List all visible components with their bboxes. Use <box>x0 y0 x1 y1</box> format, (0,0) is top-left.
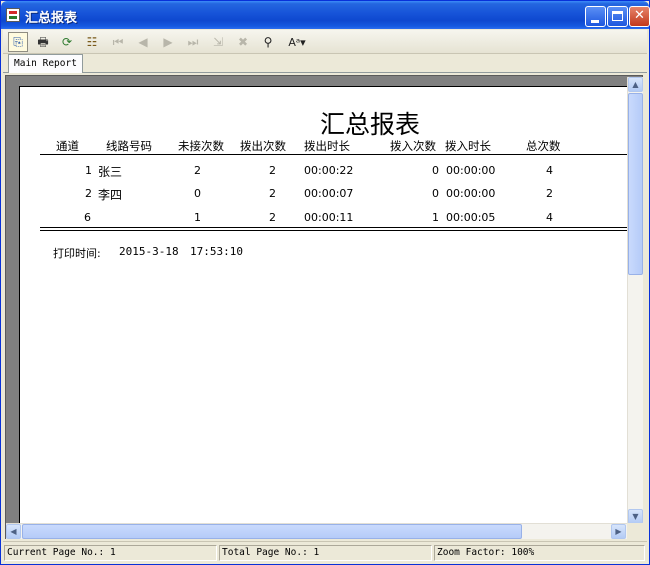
zoom-icon: Aᵃ▾ <box>288 35 306 49</box>
scroll-right-icon[interactable]: ▶ <box>611 524 626 539</box>
vertical-scroll-thumb[interactable] <box>628 93 643 275</box>
channel-cell: 1 <box>85 164 92 177</box>
incoming-count-cell: 0 <box>432 187 439 200</box>
find-icon: ⚲ <box>263 35 273 49</box>
outgoing-count-cell: 2 <box>269 187 276 200</box>
incoming-duration-cell: 00:00:00 <box>446 164 496 177</box>
total-sum-cell: 4 <box>546 211 553 224</box>
minimize-icon <box>591 20 599 23</box>
status-bar: Current Page No.: 1 Total Page No.: 1 Zo… <box>3 541 647 563</box>
stop-button[interactable]: ✖ <box>233 32 253 52</box>
total-page-status: Total Page No.: 1 <box>219 545 432 561</box>
refresh-icon: ⟳ <box>61 35 73 49</box>
incoming-duration-cell: 00:00:00 <box>446 187 496 200</box>
last-page-button[interactable]: ⏭ <box>183 32 203 52</box>
close-icon: ✕ <box>634 8 645 23</box>
total-rule-top <box>40 227 629 228</box>
window-title: 汇总报表 <box>25 11 78 26</box>
total-outgoing-duration-cell: 00:00:11 <box>304 211 354 224</box>
stop-icon: ✖ <box>237 35 249 49</box>
scroll-down-icon[interactable]: ▼ <box>628 509 643 524</box>
previous-page-button[interactable]: ◀ <box>133 32 153 52</box>
report-toolbar: ⎘ 🖶 ⟳ ☷ ⏮ ◀ ▶ ⏭ ⇲ ✖ ⚲ Aᵃ▾ <box>3 30 647 54</box>
goto-page-button[interactable]: ⇲ <box>208 32 228 52</box>
current-page-status: Current Page No.: 1 <box>4 545 217 561</box>
refresh-button[interactable]: ⟳ <box>57 32 77 52</box>
first-page-icon: ⏮ <box>112 35 124 49</box>
column-header: 通道 <box>56 139 79 153</box>
total-outgoing-count-cell: 2 <box>269 211 276 224</box>
column-header: 线路号码 <box>106 139 152 153</box>
missed-count-cell: 0 <box>194 187 201 200</box>
column-header: 拨入次数 <box>390 139 436 153</box>
tab-strip: Main Report <box>3 54 647 73</box>
minimize-button[interactable] <box>585 6 606 27</box>
total-incoming-count-cell: 1 <box>432 211 439 224</box>
column-header: 拨出时长 <box>304 139 350 153</box>
scroll-left-icon[interactable]: ◀ <box>6 524 21 539</box>
total-incoming-duration-cell: 00:00:05 <box>446 211 496 224</box>
print-time: 17:53:10 <box>190 245 243 258</box>
report-page: 汇总报表 通道 线路号码 未接次数 拨出次数 拨出时长 拨入次数 拨入时长 总次… <box>19 86 629 538</box>
report-viewer[interactable]: 汇总报表 通道 线路号码 未接次数 拨出次数 拨出时长 拨入次数 拨入时长 总次… <box>5 75 643 539</box>
missed-count-cell: 2 <box>194 164 201 177</box>
scroll-up-icon[interactable]: ▲ <box>628 77 643 92</box>
total-rule-bottom <box>40 230 629 231</box>
print-date: 2015-3-18 <box>119 245 179 258</box>
zoom-dropdown[interactable]: Aᵃ▾ <box>283 32 311 52</box>
maximize-button[interactable] <box>607 6 628 27</box>
find-button[interactable]: ⚲ <box>258 32 278 52</box>
line-number-cell: 李四 <box>98 188 123 202</box>
next-page-button[interactable]: ▶ <box>158 32 178 52</box>
header-rule <box>40 154 629 155</box>
last-page-icon: ⏭ <box>187 35 199 49</box>
export-icon: ⎘ <box>13 35 23 49</box>
app-icon <box>6 8 20 22</box>
group-tree-icon: ☷ <box>86 35 98 49</box>
scroll-corner <box>627 523 643 539</box>
previous-page-icon: ◀ <box>138 35 148 49</box>
outgoing-count-cell: 2 <box>269 164 276 177</box>
outgoing-duration-cell: 00:00:22 <box>304 164 354 177</box>
vertical-scrollbar[interactable]: ▲ ▼ <box>627 77 643 525</box>
horizontal-scroll-thumb[interactable] <box>22 524 522 539</box>
incoming-count-cell: 0 <box>432 164 439 177</box>
print-time-label: 打印时间: <box>53 247 101 260</box>
goto-page-icon: ⇲ <box>212 35 224 49</box>
maximize-icon <box>612 11 623 21</box>
group-tree-button[interactable]: ☷ <box>82 32 102 52</box>
first-page-button[interactable]: ⏮ <box>108 32 128 52</box>
tab-main-report[interactable]: Main Report <box>8 54 83 73</box>
horizontal-scrollbar[interactable]: ◀ ▶ <box>6 523 627 539</box>
next-page-icon: ▶ <box>163 35 173 49</box>
total-count-cell: 4 <box>546 164 553 177</box>
total-count-cell: 2 <box>546 187 553 200</box>
total-missed-cell: 1 <box>194 211 201 224</box>
close-button[interactable]: ✕ <box>629 6 650 27</box>
print-button[interactable]: 🖶 <box>33 32 53 52</box>
total-channel-cell: 6 <box>84 211 91 224</box>
report-title: 汇总报表 <box>320 110 421 139</box>
title-bar[interactable]: 汇总报表 ✕ <box>1 1 650 29</box>
column-header: 总次数 <box>526 139 561 153</box>
channel-cell: 2 <box>85 187 92 200</box>
column-header: 拨入时长 <box>445 139 491 153</box>
export-button[interactable]: ⎘ <box>8 32 28 52</box>
column-header: 拨出次数 <box>240 139 286 153</box>
column-header: 未接次数 <box>178 139 224 153</box>
outgoing-duration-cell: 00:00:07 <box>304 187 354 200</box>
line-number-cell: 张三 <box>98 165 123 179</box>
zoom-factor-status: Zoom Factor: 100% <box>434 545 645 561</box>
report-window: 汇总报表 ✕ ⎘ 🖶 ⟳ ☷ ⏮ ◀ ▶ ⏭ ⇲ ✖ ⚲ Aᵃ▾ Main Re… <box>0 0 650 565</box>
print-icon: 🖶 <box>37 35 49 49</box>
